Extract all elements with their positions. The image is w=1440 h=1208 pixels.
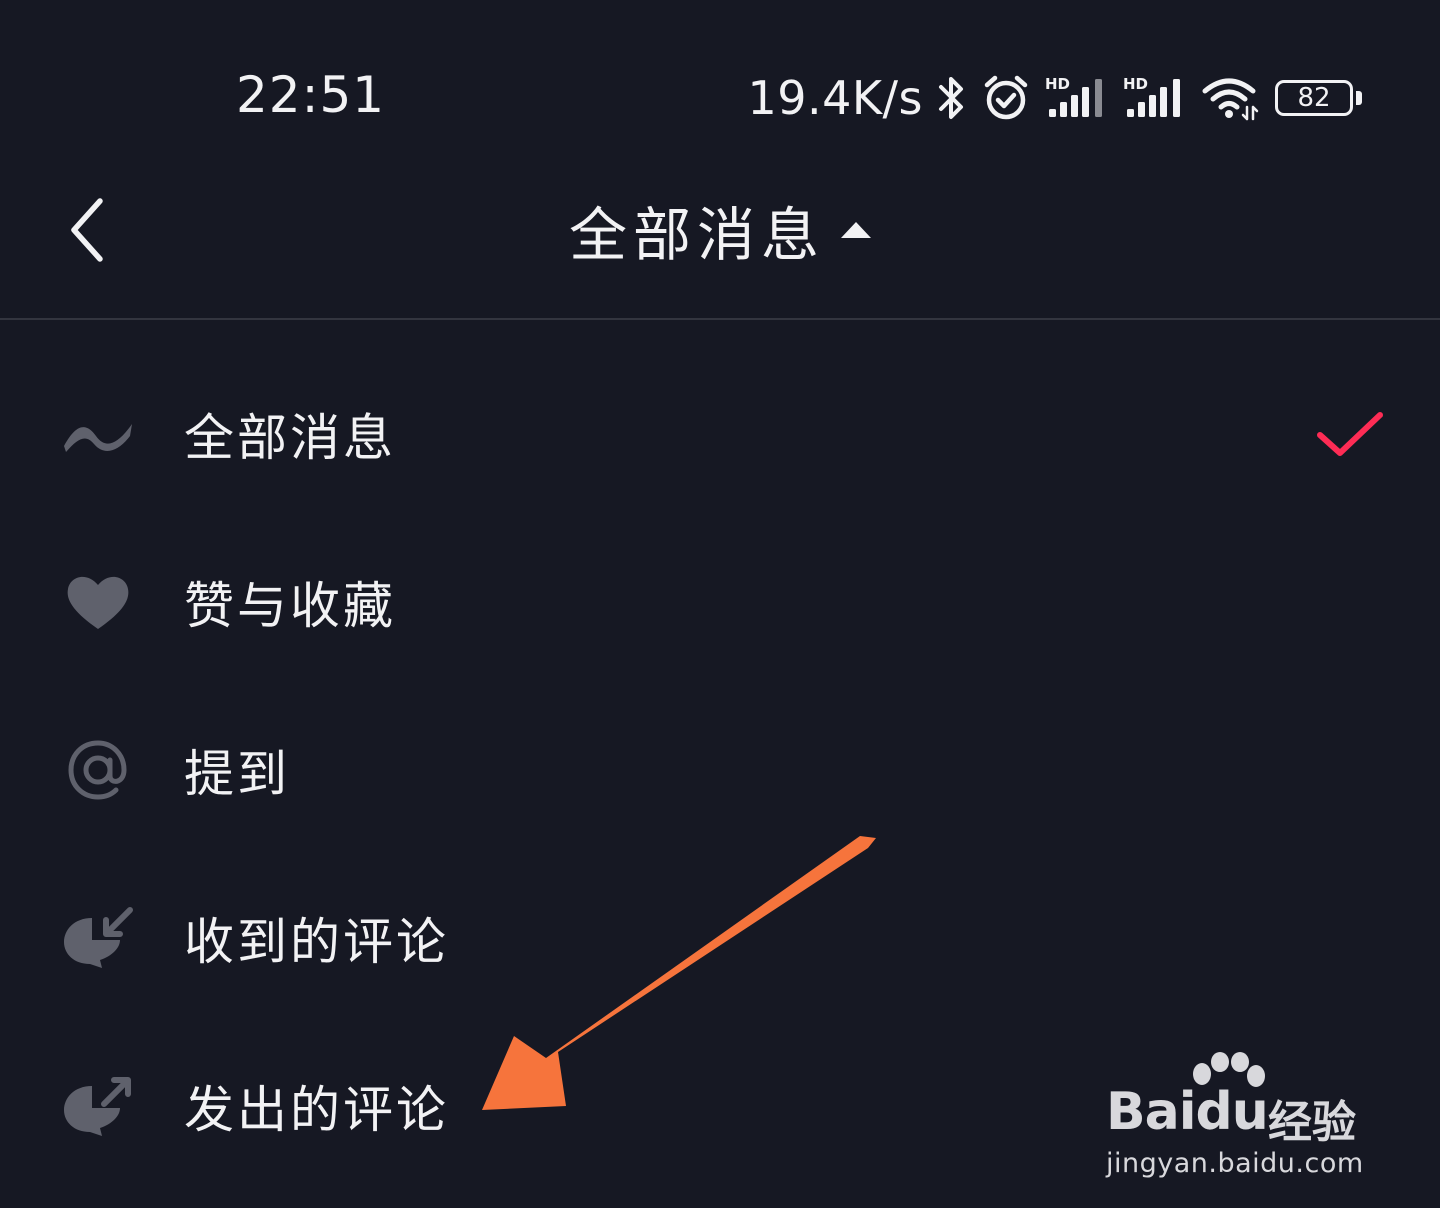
wifi-icon (1201, 75, 1261, 121)
menu-item-label: 发出的评论 (184, 1081, 449, 1139)
comment-received-icon (62, 902, 134, 974)
battery-level: 82 (1275, 80, 1353, 116)
message-filter-dropdown[interactable]: 全部消息 (0, 190, 1440, 270)
status-bar: 22:51 19.4K/s HD HD 82 (0, 0, 1440, 190)
heart-icon (62, 566, 134, 638)
menu-item-label: 提到 (184, 745, 290, 803)
checkmark-icon (1317, 412, 1383, 456)
menu-item-mentions[interactable]: 提到 (0, 686, 1440, 854)
alarm-icon (981, 73, 1031, 123)
signal-hd-icon: HD (1123, 75, 1187, 121)
comment-sent-icon (62, 1070, 134, 1142)
menu-item-label: 赞与收藏 (184, 577, 396, 635)
status-icons: 19.4K/s HD HD 82 (747, 66, 1362, 130)
watermark-brand: Baidu (1106, 1082, 1269, 1142)
menu-item-received-comments[interactable]: 收到的评论 (0, 854, 1440, 1022)
network-speed: 19.4K/s (747, 71, 923, 125)
svg-text:HD: HD (1123, 75, 1148, 93)
watermark-brand-suffix: 经验 (1268, 1097, 1356, 1148)
caret-up-icon (841, 222, 871, 238)
bluetooth-icon (937, 75, 967, 121)
clock-time: 22:51 (236, 66, 386, 124)
nav-bar: 全部消息 (0, 190, 1440, 320)
wave-icon (62, 398, 134, 470)
svg-text:HD: HD (1045, 75, 1070, 93)
watermark-url: jingyan.baidu.com (1106, 1148, 1364, 1179)
menu-item-label: 收到的评论 (184, 913, 449, 971)
menu-item-all-messages[interactable]: 全部消息 (0, 350, 1440, 518)
menu-item-likes-favorites[interactable]: 赞与收藏 (0, 518, 1440, 686)
page-title: 全部消息 (568, 201, 825, 269)
menu-item-label: 全部消息 (184, 409, 396, 467)
battery-icon: 82 (1275, 80, 1362, 116)
at-icon (62, 734, 134, 806)
signal-hd-icon: HD (1045, 75, 1109, 121)
battery-cap (1356, 91, 1362, 105)
baidu-jingyan-watermark: Baidu 经验 jingyan.baidu.com (1100, 1052, 1370, 1192)
